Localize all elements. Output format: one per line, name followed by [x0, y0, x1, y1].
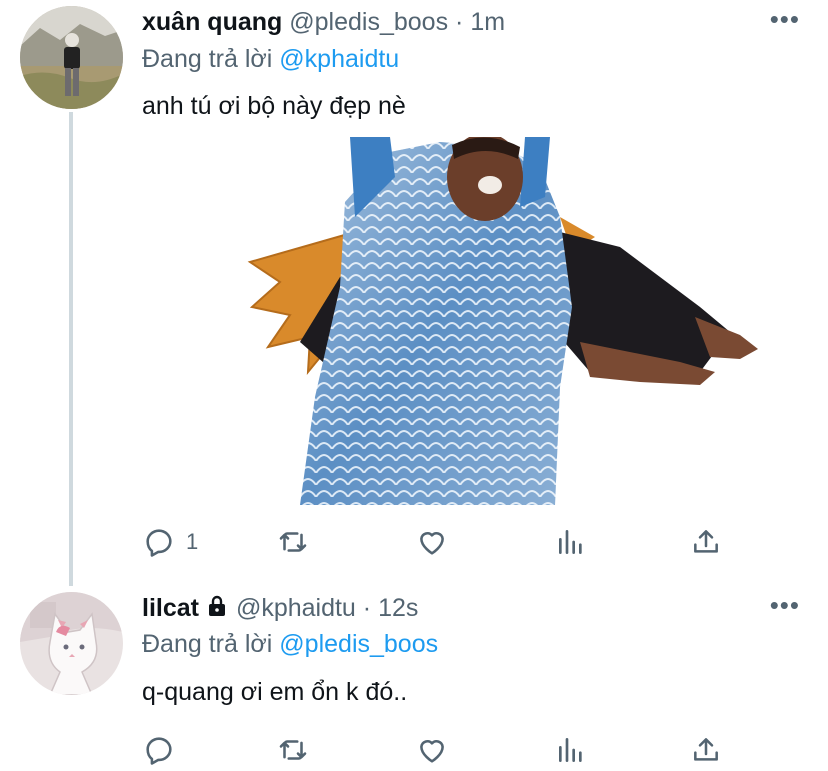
views-button[interactable]: [555, 522, 587, 562]
tweet-actions: 1: [140, 522, 740, 562]
retweet-button[interactable]: [275, 522, 311, 562]
tweet-header: xuân quang @pledis_boos · 1m: [142, 8, 505, 37]
avatar[interactable]: [20, 6, 123, 109]
replying-mention-link[interactable]: @pledis_boos: [279, 630, 438, 658]
separator-dot: ·: [455, 8, 464, 36]
replying-prefix: Đang trả lời: [142, 630, 273, 658]
user-handle[interactable]: @kphaidtu: [236, 594, 356, 622]
reply-count: 1: [186, 529, 199, 554]
tweet-text: q-quang ơi em ổn k đó..: [142, 678, 408, 706]
reply-icon: [142, 733, 176, 767]
share-button[interactable]: [690, 522, 722, 562]
tweet-text: anh tú ơi bộ này đẹp nè: [142, 92, 406, 120]
reply-button[interactable]: 1: [142, 522, 198, 562]
tweet-image[interactable]: [140, 137, 808, 507]
replying-to: Đang trả lời @kphaidtu: [142, 45, 399, 74]
retweet-icon: [275, 733, 311, 767]
lock-icon: [205, 594, 229, 625]
replying-prefix: Đang trả lời: [142, 45, 273, 73]
like-button[interactable]: [415, 730, 449, 770]
timestamp[interactable]: 1m: [470, 8, 505, 36]
views-button[interactable]: [555, 730, 587, 770]
share-icon: [690, 526, 722, 558]
retweet-button[interactable]: [275, 730, 311, 770]
separator-dot: ·: [362, 594, 372, 622]
share-icon: [690, 734, 722, 766]
reply-icon: [142, 525, 176, 559]
retweet-icon: [275, 525, 311, 559]
user-handle[interactable]: @pledis_boos: [289, 8, 448, 36]
thread-connector-line: [69, 112, 73, 586]
tweet-2[interactable]: lilcat @kphaidtu · 12s ••• Đang trả lời …: [0, 580, 828, 771]
tweet-actions: [140, 730, 740, 770]
display-name[interactable]: lilcat: [142, 594, 199, 622]
avatar[interactable]: [20, 592, 123, 695]
views-chart-icon: [555, 526, 587, 558]
replying-mention-link[interactable]: @kphaidtu: [279, 45, 399, 73]
more-options-icon[interactable]: •••: [770, 6, 800, 32]
heart-icon: [415, 525, 449, 559]
replying-to: Đang trả lời @pledis_boos: [142, 630, 438, 659]
more-options-icon[interactable]: •••: [770, 592, 800, 618]
like-button[interactable]: [415, 522, 449, 562]
views-chart-icon: [555, 734, 587, 766]
timestamp[interactable]: 12s: [378, 594, 418, 622]
heart-icon: [415, 733, 449, 767]
tweet-1[interactable]: xuân quang @pledis_boos · 1m ••• Đang tr…: [0, 0, 828, 586]
display-name[interactable]: xuân quang: [142, 8, 282, 36]
tweet-header: lilcat @kphaidtu · 12s: [142, 594, 418, 625]
share-button[interactable]: [690, 730, 722, 770]
reply-button[interactable]: [142, 730, 176, 770]
